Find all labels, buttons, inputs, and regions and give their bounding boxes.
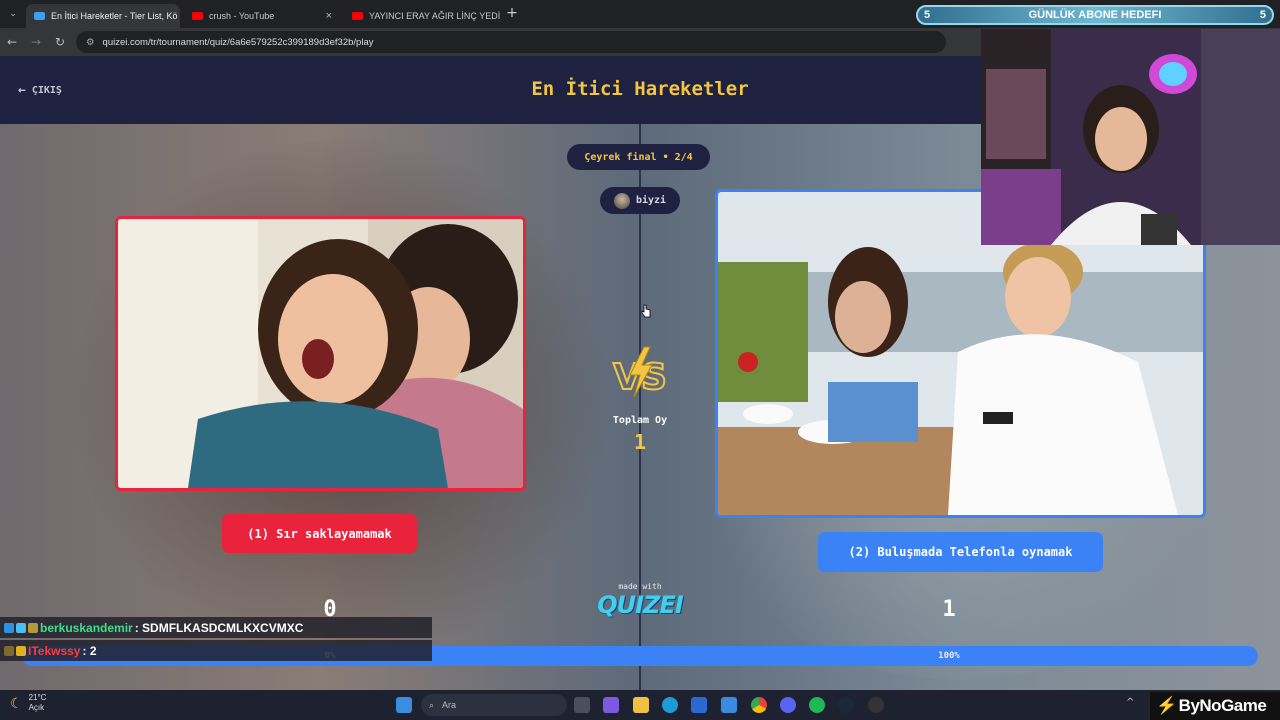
taskbar-search[interactable]: ⌕ Ara — [421, 694, 567, 716]
bynogame-logo: ⚡ ByNoGame — [1150, 692, 1280, 720]
moon-icon: ☾ — [10, 694, 23, 711]
username: biyzi — [635, 195, 667, 206]
option-left-image[interactable] — [115, 216, 526, 491]
goal-label: GÜNLÜK ABONE HEDEFI — [1028, 9, 1162, 21]
tab-list-icon[interactable]: ⌄ — [4, 6, 22, 22]
user-badge: biyzi — [600, 187, 680, 214]
edge-icon[interactable] — [662, 697, 678, 713]
widgets-icon[interactable] — [603, 697, 619, 713]
tab-label: En İtici Hareketler - Tier List, Kö — [51, 11, 178, 21]
weather-widget[interactable]: ☾ 21°C Açık — [10, 693, 46, 713]
close-tab-icon[interactable]: × — [178, 10, 180, 22]
goal-current: 5 — [924, 9, 931, 21]
option-left-button[interactable]: (1) Sır saklayamamak — [222, 514, 417, 553]
weather-condition: Açık — [28, 703, 45, 712]
right-vote-count: 1 — [942, 597, 956, 622]
tab-quizei[interactable]: En İtici Hareketler - Tier List, Kö × — [26, 4, 180, 28]
chat-message: berkuskandemir : SDMFLKASDCMLKXCVMXC — [0, 617, 432, 638]
total-votes-value: 1 — [633, 430, 647, 454]
subscriber-goal-bar: 5 GÜNLÜK ABONE HEDEFI 5 — [916, 5, 1274, 25]
tab-label: crush - YouTube — [209, 11, 275, 21]
option-right-button[interactable]: (2) Buluşmada Telefonla oynamak — [818, 532, 1103, 572]
reload-icon[interactable]: ↻ — [48, 35, 72, 49]
youtube-favicon-icon — [352, 12, 363, 20]
badge-icon — [4, 622, 14, 633]
close-tab-icon[interactable]: × — [320, 10, 332, 22]
badge-icon — [28, 622, 38, 633]
new-tab-button[interactable]: + — [504, 5, 520, 23]
quizei-favicon-icon — [34, 12, 45, 20]
round-badge: Çeyrek final • 2/4 — [567, 144, 710, 170]
url-text: quizei.com/tr/tournament/quiz/6a6e579252… — [102, 36, 374, 48]
site-info-icon[interactable]: ⚙ — [86, 37, 95, 48]
tab-youtube-crush[interactable]: crush - YouTube × — [184, 4, 340, 28]
spotify-icon[interactable] — [809, 697, 825, 713]
chat-message: ITekwssy : 2 — [0, 640, 432, 661]
chat-text: : 2 — [82, 643, 97, 658]
made-with-label: made with — [618, 582, 662, 591]
steam-icon[interactable] — [838, 697, 854, 713]
tab-label: YAYINCI ERAY AĞIR LİNÇ YEDİ — [369, 11, 500, 21]
obs-icon[interactable] — [868, 697, 884, 713]
youtube-favicon-icon — [192, 12, 203, 20]
hand-cursor-icon — [641, 304, 651, 318]
total-votes-label: Toplam Oy — [612, 415, 668, 426]
quizei-logo[interactable]: QUIZEI — [590, 591, 690, 619]
brand-text: ByNoGame — [1178, 696, 1267, 715]
badge-icon — [16, 645, 26, 656]
search-placeholder: Ara — [442, 700, 457, 710]
back-icon[interactable]: ← — [0, 35, 24, 49]
search-icon: ⌕ — [429, 699, 435, 710]
url-field[interactable]: ⚙ quizei.com/tr/tournament/quiz/6a6e5792… — [76, 31, 946, 53]
chat-text: : SDMFLKASDCMLKXCVMXC — [134, 620, 304, 635]
tab-youtube-eray[interactable]: YAYINCI ERAY AĞIR LİNÇ YEDİ × — [344, 4, 500, 28]
webcam-feed — [981, 29, 1280, 245]
file-explorer-icon[interactable] — [633, 697, 649, 713]
windows-start-icon[interactable] — [396, 697, 412, 713]
right-percent: 100% — [938, 651, 960, 661]
outlook-icon[interactable] — [721, 697, 737, 713]
goal-target: 5 — [1259, 9, 1266, 21]
bynogame-mark-icon: ⚡ — [1156, 696, 1177, 715]
badge-icon — [4, 645, 14, 656]
forward-icon[interactable]: → — [24, 35, 48, 49]
two-women-whispering-photo — [118, 219, 523, 488]
versus-icon: VS — [612, 346, 668, 399]
chrome-icon[interactable] — [751, 697, 767, 713]
discord-icon[interactable] — [780, 697, 796, 713]
task-view-icon[interactable] — [574, 697, 590, 713]
streamer-webcam — [981, 29, 1280, 245]
chat-username: ITekwssy — [28, 643, 81, 658]
badge-icon — [16, 622, 26, 633]
temperature: 21°C — [28, 693, 47, 702]
chevron-up-icon[interactable]: ^ — [1126, 697, 1134, 708]
store-icon[interactable] — [691, 697, 707, 713]
chat-username: berkuskandemir — [40, 620, 133, 635]
avatar — [613, 192, 630, 209]
